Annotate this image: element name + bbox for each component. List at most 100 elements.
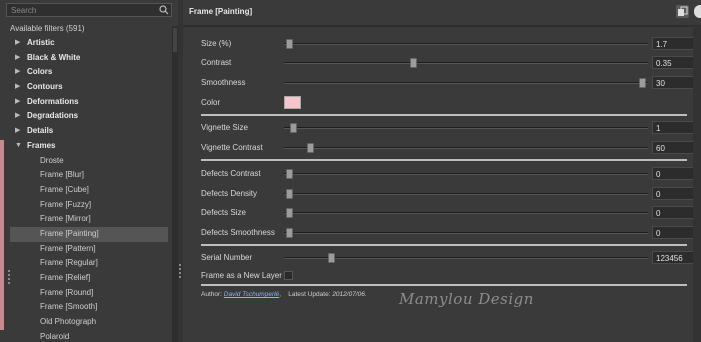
serial-number-value-field[interactable]: 123456 (652, 251, 696, 264)
param-value: 1 (656, 124, 661, 133)
chevron-right-icon: ▶ (15, 39, 21, 46)
category-contours[interactable]: ▶ Contours (10, 80, 168, 95)
param-label: Size (%) (201, 39, 232, 48)
defects-size-slider-thumb[interactable] (286, 208, 293, 218)
parameters-scrollbar[interactable] (693, 26, 701, 342)
defects-smoothness-slider-track[interactable] (284, 232, 648, 234)
contrast-value-field[interactable]: 0.35 (652, 56, 696, 69)
search-placeholder: Search (11, 6, 37, 15)
size-slider-thumb[interactable] (286, 39, 293, 49)
category-artistic[interactable]: ▶ Artistic (10, 36, 168, 51)
param-value: 123456 (656, 254, 683, 263)
filter-item[interactable]: Frame [Blur] (10, 168, 168, 183)
splitter-grip-icon[interactable] (179, 262, 182, 282)
param-label: Color (201, 98, 221, 107)
filter-item[interactable]: Polaroid (10, 330, 168, 342)
vignette-size-value-field[interactable]: 1 (652, 121, 696, 134)
section-divider (201, 244, 687, 246)
defects-smoothness-slider-thumb[interactable] (286, 228, 293, 238)
param-contrast: Contrast 0.35 (201, 56, 701, 70)
filter-item[interactable]: Droste (10, 154, 168, 169)
param-label: Serial Number (201, 253, 253, 262)
filter-item[interactable]: Old Photograph (10, 315, 168, 330)
param-color: Color (201, 96, 701, 110)
category-label: Artistic (27, 38, 55, 47)
param-value: 1.7 (656, 40, 668, 49)
serial-number-slider-thumb[interactable] (328, 253, 336, 263)
filter-item[interactable]: Frame [Round] (10, 286, 168, 301)
param-value: 0 (656, 170, 661, 179)
contrast-slider-thumb[interactable] (409, 58, 417, 68)
param-label: Smoothness (201, 78, 246, 87)
param-value: 0 (656, 209, 661, 218)
filter-item-selected[interactable]: Frame [Painting] (10, 226, 168, 242)
vignette-contrast-value-field[interactable]: 60 (652, 141, 696, 154)
param-defects-size: Defects Size 0 (201, 206, 701, 220)
filter-item[interactable]: Frame [Fuzzy] (10, 198, 168, 213)
chevron-right-icon: ▶ (15, 53, 21, 61)
watermark-logo: Mamylou Design (399, 290, 534, 308)
category-deformations[interactable]: ▶ Deformations (10, 95, 168, 110)
filter-item[interactable]: Frame [Mirror] (10, 212, 168, 227)
filter-tree: ▶ Artistic ▶ Black & White ▶ Colors ▶ Contou… (10, 36, 168, 342)
category-label: Contours (27, 82, 63, 92)
category-black-white[interactable]: ▶ Black & White (10, 51, 168, 66)
param-label: Vignette Size (201, 123, 248, 132)
category-label: Colors (27, 67, 53, 77)
search-icon[interactable] (159, 5, 169, 15)
category-label: Frames (27, 140, 56, 150)
chevron-right-icon: ▶ (15, 83, 21, 91)
defects-density-value-field[interactable]: 0 (652, 187, 696, 200)
defects-size-value-field[interactable]: 0 (652, 206, 696, 219)
section-divider (201, 114, 687, 116)
category-colors[interactable]: ▶ Colors (10, 65, 168, 80)
info-icon[interactable] (694, 5, 701, 18)
filter-item[interactable]: Frame [Smooth] (10, 300, 168, 315)
category-frames[interactable]: ▼ Frames (10, 139, 168, 154)
defects-contrast-value-field[interactable]: 0 (652, 167, 696, 180)
defects-density-slider-track[interactable] (284, 193, 648, 195)
category-degradations[interactable]: ▶ Degradations (10, 109, 168, 124)
param-label: Contrast (201, 58, 232, 67)
vignette-contrast-slider-thumb[interactable] (307, 143, 315, 153)
param-value: 0 (656, 229, 661, 238)
search-input[interactable]: Search (6, 3, 172, 17)
category-details[interactable]: ▶ Details (10, 124, 168, 139)
filter-credits: Author: David Tschumperlé, Latest Update… (201, 291, 367, 298)
resize-grip-icon[interactable] (8, 268, 11, 288)
filter-item[interactable]: Frame [Cube] (10, 183, 168, 198)
defects-contrast-slider-thumb[interactable] (286, 169, 293, 179)
vignette-contrast-slider-track[interactable] (284, 147, 648, 149)
defects-smoothness-value-field[interactable]: 0 (652, 226, 696, 239)
filter-item[interactable]: Frame [Relief] (10, 271, 168, 286)
param-label: Vignette Contrast (201, 143, 263, 152)
size-value-field[interactable]: 1.7 (652, 37, 696, 50)
color-swatch-button[interactable] (284, 96, 301, 109)
chevron-down-icon: ▼ (15, 141, 22, 149)
copy-icon[interactable] (676, 5, 689, 18)
vignette-size-slider-track[interactable] (284, 127, 648, 129)
param-vignette-contrast: Vignette Contrast 60 (201, 141, 701, 155)
filter-item[interactable]: Frame [Pattern] (10, 242, 168, 257)
new-layer-checkbox[interactable] (284, 271, 293, 280)
defects-size-slider-track[interactable] (284, 212, 648, 214)
author-link[interactable]: David Tschumperlé (224, 291, 279, 298)
param-value: 0 (656, 190, 661, 199)
smoothness-slider-track[interactable] (284, 82, 648, 84)
section-divider (201, 284, 687, 286)
scrollbar-thumb[interactable] (173, 28, 177, 52)
smoothness-slider-thumb[interactable] (639, 78, 646, 88)
size-slider-track[interactable] (284, 43, 648, 45)
serial-number-slider-track[interactable] (284, 257, 648, 259)
filter-item[interactable]: Frame [Regular] (10, 256, 168, 271)
smoothness-value-field[interactable]: 30 (652, 76, 696, 89)
chevron-right-icon: ▶ (15, 68, 21, 76)
contrast-slider-track[interactable] (284, 62, 648, 64)
param-label: Defects Contrast (201, 169, 261, 178)
header-divider (183, 25, 701, 27)
vignette-size-slider-thumb[interactable] (289, 123, 297, 133)
category-label: Details (27, 126, 54, 136)
defects-contrast-slider-track[interactable] (284, 173, 648, 175)
defects-density-slider-thumb[interactable] (286, 189, 293, 199)
section-divider (201, 159, 687, 161)
